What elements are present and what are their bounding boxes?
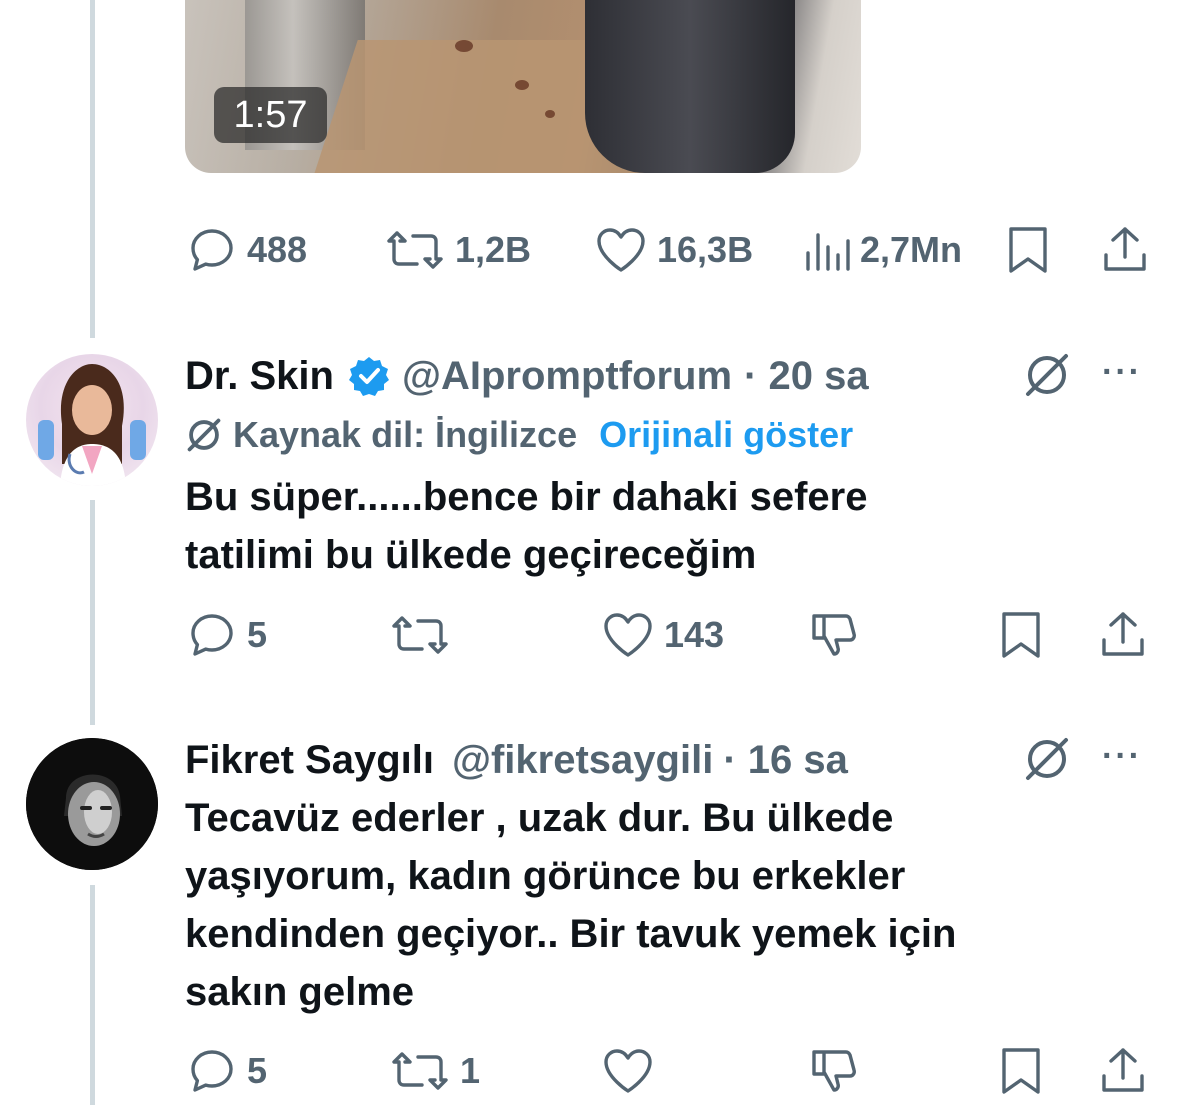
retweet-button[interactable] — [390, 610, 450, 660]
reply-count: 5 — [247, 1050, 268, 1091]
tweet-time[interactable]: · 20 sa — [744, 354, 869, 399]
tweet-header: Dr. Skin @AIpromptforum · 20 sa — [185, 348, 869, 404]
video-frame-detail — [585, 0, 795, 173]
author-handle[interactable]: @fikretsaygili — [452, 738, 713, 783]
like-button[interactable]: 16,3B — [595, 225, 753, 275]
bookmark-button[interactable] — [998, 1046, 1044, 1096]
bookmark-icon — [1002, 1048, 1040, 1094]
tweet-text: Bu süper......bence bir dahaki sefere ta… — [185, 468, 867, 584]
avatar-image — [38, 364, 146, 486]
author-handle[interactable]: @AIpromptforum — [402, 354, 732, 399]
views-chart-icon — [806, 233, 850, 271]
bookmark-button[interactable] — [1005, 225, 1051, 275]
translation-bar: Kaynak dil: İngilizce Orijinali göster — [185, 414, 853, 456]
translate-icon[interactable] — [1022, 350, 1072, 400]
reply-icon — [191, 229, 233, 271]
heart-icon — [604, 613, 652, 657]
tweet-text-line: kendinden geçiyor.. Bir tavuk yemek için — [185, 912, 957, 956]
retweet-icon — [392, 616, 448, 654]
tweet-header: Fikret Saygılı @fikretsaygili · 16 sa — [185, 732, 848, 788]
reply-icon — [191, 614, 233, 656]
heart-icon — [597, 228, 645, 272]
tweet-text-line: Tecavüz ederler , uzak dur. Bu ülkede — [185, 796, 894, 840]
views-button[interactable]: 2,7Mn — [802, 225, 962, 275]
reply-button[interactable]: 5 — [187, 1046, 267, 1096]
retweet-icon — [392, 1052, 448, 1090]
like-count: 143 — [664, 614, 725, 655]
more-options-button[interactable]: ··· — [1102, 353, 1142, 392]
video-frame-detail — [545, 110, 555, 118]
views-count: 2,7Mn — [860, 229, 963, 270]
tweet-text-line: Bu süper......bence bir dahaki sefere — [185, 475, 868, 519]
downvote-button[interactable] — [810, 610, 862, 660]
thread-line-middle — [90, 500, 95, 725]
share-button[interactable] — [1100, 225, 1150, 275]
downvote-button[interactable] — [810, 1046, 862, 1096]
thread-line-bottom — [90, 885, 95, 1105]
retweet-button[interactable]: 1,2B — [385, 225, 531, 275]
verified-badge-icon — [348, 357, 389, 396]
retweet-count: 1,2B — [455, 229, 532, 270]
tweet-text-line: tatilimi bu ülkede geçireceğim — [185, 533, 757, 577]
retweet-button[interactable]: 1 — [390, 1046, 480, 1096]
bookmark-icon — [1009, 227, 1047, 273]
video-frame-detail — [515, 80, 529, 90]
bookmark-icon — [1002, 612, 1040, 658]
tweet-time[interactable]: · 16 sa — [723, 738, 848, 783]
author-name[interactable]: Dr. Skin — [185, 354, 334, 399]
reply-icon — [191, 1050, 233, 1092]
like-button[interactable]: 143 — [602, 610, 724, 660]
like-count: 16,3B — [657, 229, 754, 270]
translate-icon[interactable] — [1022, 734, 1072, 784]
author-name[interactable]: Fikret Saygılı — [185, 738, 434, 783]
thread-line-top — [90, 0, 95, 338]
share-icon — [1102, 1048, 1144, 1092]
source-language-label: Kaynak dil: İngilizce — [233, 414, 578, 455]
retweet-count: 1 — [460, 1050, 481, 1091]
translate-icon — [187, 418, 221, 452]
reply-button[interactable]: 5 — [187, 610, 267, 660]
avatar-image — [26, 738, 158, 870]
video-frame-detail — [455, 40, 473, 52]
share-icon — [1102, 612, 1144, 656]
thumbs-down-icon — [812, 614, 856, 656]
thumbs-down-icon — [812, 1050, 856, 1092]
share-button[interactable] — [1098, 610, 1148, 660]
avatar[interactable] — [26, 354, 158, 486]
video-duration-badge: 1:57 — [214, 87, 327, 143]
retweet-icon — [387, 231, 443, 269]
avatar[interactable] — [26, 738, 158, 870]
reply-count: 5 — [247, 614, 268, 655]
tweet-text-line: yaşıyorum, kadın görünce bu erkekler — [185, 854, 906, 898]
heart-icon — [604, 1049, 652, 1093]
reply-count: 488 — [247, 229, 308, 270]
tweet-text: Tecavüz ederler , uzak dur. Bu ülkede ya… — [185, 789, 956, 1021]
more-options-button[interactable]: ··· — [1102, 737, 1142, 776]
tweet-text-line: sakın gelme — [185, 970, 415, 1014]
share-icon — [1104, 227, 1146, 271]
bookmark-button[interactable] — [998, 610, 1044, 660]
show-original-link[interactable]: Orijinali göster — [599, 414, 853, 456]
share-button[interactable] — [1098, 1046, 1148, 1096]
reply-button[interactable]: 488 — [187, 225, 307, 275]
like-button[interactable] — [602, 1046, 654, 1096]
